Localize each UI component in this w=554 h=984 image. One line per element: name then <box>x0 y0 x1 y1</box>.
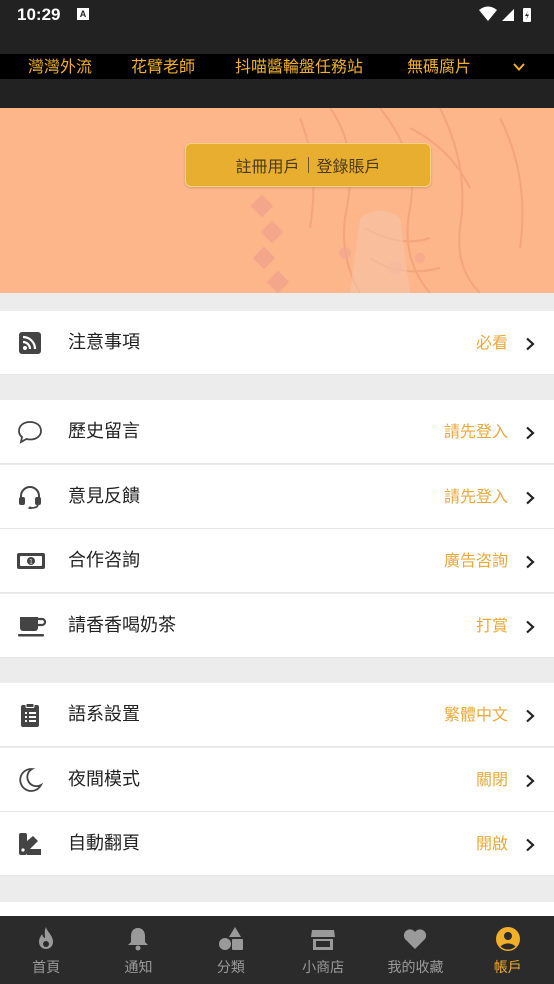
menu-value: 廣告咨詢 <box>443 551 508 570</box>
menu-label: 意見反饋 <box>68 486 140 507</box>
coffee-cup-icon <box>18 617 46 637</box>
rss-icon <box>19 332 41 354</box>
money-bill-icon: 1 <box>17 553 45 569</box>
menu-label: 注意事項 <box>68 332 140 353</box>
divider <box>307 157 309 173</box>
menu-label: 自動翻頁 <box>68 833 140 854</box>
status-bar: 10:29 A <box>0 0 554 54</box>
menu-value: 繁體中文 <box>443 705 508 724</box>
wifi-icon <box>479 6 497 21</box>
category-item[interactable]: 花臂老師 <box>131 54 195 79</box>
menu-item-auto-page[interactable]: 自動翻頁 開啟 <box>0 812 554 876</box>
signal-icon <box>502 9 514 21</box>
status-indicators <box>479 6 531 22</box>
moon-icon <box>19 768 43 792</box>
menu-value: 開啟 <box>475 834 508 853</box>
menu-label: 歷史留言 <box>68 421 140 442</box>
nav-account[interactable]: 帳戶 <box>462 916 554 984</box>
menu-item-notice[interactable]: 注意事項 必看 <box>0 311 554 375</box>
chevron-right-icon <box>526 838 535 852</box>
menu-item-tea[interactable]: 請香香喝奶茶 打賞 <box>0 594 554 658</box>
chevron-right-icon <box>526 555 535 569</box>
category-item[interactable]: 抖喵醬輪盤任務站 <box>235 54 363 79</box>
chevron-right-icon <box>526 426 535 440</box>
menu-value: 必看 <box>475 333 508 352</box>
chevron-right-icon <box>526 774 535 788</box>
nav-label: 首頁 <box>32 960 61 976</box>
user-circle-icon <box>495 927 520 951</box>
menu-item-history[interactable]: 歷史留言 請先登入 <box>0 400 554 464</box>
menu-label: 語系設置 <box>68 704 140 725</box>
menu-label: 請香香喝奶茶 <box>68 615 176 636</box>
store-icon <box>311 930 336 950</box>
shapes-icon <box>218 927 243 950</box>
category-item[interactable]: 灣灣外流 <box>28 54 92 79</box>
clipboard-list-icon <box>21 703 39 727</box>
nav-home[interactable]: 首頁 <box>0 916 92 984</box>
swatches-icon <box>19 833 41 855</box>
nav-favorites[interactable]: 我的收藏 <box>369 916 461 984</box>
chevron-right-icon <box>526 337 535 351</box>
nav-label: 我的收藏 <box>387 960 444 976</box>
nav-notify[interactable]: 通知 <box>92 916 184 984</box>
menu-item-cooperation[interactable]: 1 合作咨詢 廣告咨詢 <box>0 529 554 593</box>
flame-icon <box>39 927 54 949</box>
profile-banner: 註冊用戶 登錄賬戶 <box>0 108 554 293</box>
category-strip: 灣灣外流 花臂老師 抖喵醬輪盤任務站 無碼腐片 <box>0 54 554 79</box>
notification-icon: A <box>77 8 89 20</box>
nav-category[interactable]: 分類 <box>185 916 277 984</box>
menu-item-feedback[interactable]: 意見反饋 請先登入 <box>0 465 554 529</box>
menu-value: 關閉 <box>475 770 508 789</box>
menu-value: 請先登入 <box>443 487 508 506</box>
bottom-navigation: 首頁 通知 分類 小商店 我的收藏 帳戶 <box>0 916 554 984</box>
svg-text:1: 1 <box>29 559 33 566</box>
register-login-button[interactable]: 註冊用戶 登錄賬戶 <box>185 143 431 187</box>
chevron-right-icon <box>526 709 535 723</box>
menu-value: 請先登入 <box>443 422 508 441</box>
banner-illustration <box>250 108 524 293</box>
chat-bubble-icon <box>18 421 42 444</box>
heart-icon <box>404 929 427 949</box>
nav-shop[interactable]: 小商店 <box>277 916 369 984</box>
nav-label: 通知 <box>124 960 153 976</box>
menu-label: 夜間模式 <box>68 769 140 790</box>
bell-icon <box>128 928 149 951</box>
status-time: 10:29 <box>17 5 61 24</box>
nav-label: 小商店 <box>302 960 345 976</box>
menu-item-language[interactable]: 語系設置 繁體中文 <box>0 683 554 747</box>
header-gap <box>0 79 554 108</box>
login-label[interactable]: 登錄賬戶 <box>317 153 381 177</box>
register-label[interactable]: 註冊用戶 <box>235 153 299 177</box>
nav-label: 帳戶 <box>493 960 522 976</box>
chevron-right-icon <box>526 620 535 634</box>
menu-item-partial[interactable] <box>0 902 554 916</box>
headset-icon <box>19 486 41 509</box>
menu-item-night-mode[interactable]: 夜間模式 關閉 <box>0 748 554 812</box>
menu-value: 打賞 <box>475 616 508 635</box>
menu-label: 合作咨詢 <box>68 550 140 571</box>
chevron-right-icon <box>526 491 535 505</box>
category-item[interactable]: 無碼腐片 <box>407 54 471 79</box>
chevron-down-icon[interactable] <box>512 60 526 74</box>
nav-label: 分類 <box>216 960 245 976</box>
